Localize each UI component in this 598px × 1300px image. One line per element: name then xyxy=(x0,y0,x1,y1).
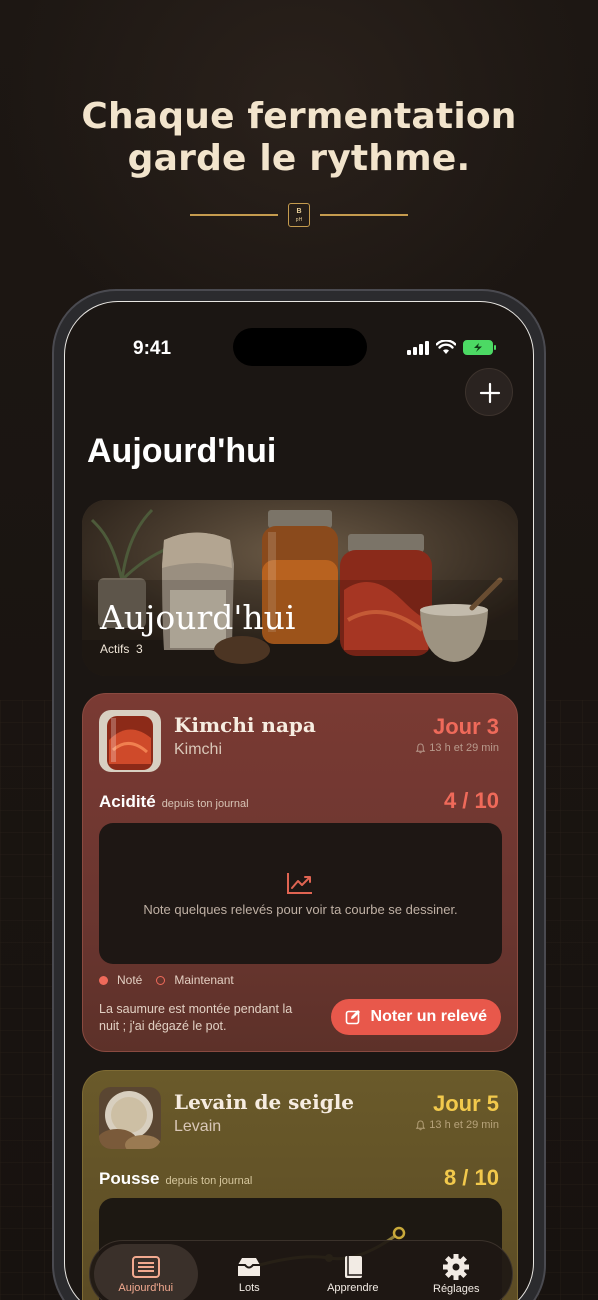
tray-icon xyxy=(238,1257,261,1276)
tab-learn[interactable]: Apprendre xyxy=(301,1244,405,1300)
legend-now: Maintenant xyxy=(156,973,234,987)
tab-bar: Aujourd'hui Lots Apprendre Réglages xyxy=(89,1240,513,1300)
ph-badge-icon: B pH xyxy=(288,203,310,227)
status-time: 9:41 xyxy=(133,338,172,359)
acidity-chart-empty: Note quelques relevés pour voir ta courb… xyxy=(99,823,502,964)
bell-icon xyxy=(415,742,426,753)
kimchi-thumbnail xyxy=(99,710,161,772)
batch-name: Kimchi napa xyxy=(174,713,316,737)
batch-timer: 13 h et 29 min xyxy=(415,1119,499,1131)
batch-name: Levain de seigle xyxy=(174,1090,355,1114)
chart-empty-text: Note quelques relevés pour voir ta courb… xyxy=(143,902,458,917)
page-title: Aujourd'hui xyxy=(87,432,277,470)
tab-batches[interactable]: Lots xyxy=(198,1244,302,1300)
hero-banner: Aujourd'hui Actifs 3 xyxy=(82,500,518,676)
add-batch-button[interactable] xyxy=(465,368,513,416)
chart-point xyxy=(392,1226,406,1240)
book-icon xyxy=(344,1255,362,1278)
wifi-icon xyxy=(436,340,456,354)
bell-icon xyxy=(415,1119,426,1130)
ring-dot-icon xyxy=(156,976,166,985)
metric-label: Acidité depuis ton journal xyxy=(99,792,249,811)
status-icons xyxy=(407,340,496,355)
metric-score: 4 / 10 xyxy=(443,788,499,813)
marketing-headline: Chaque fermentation garde le rythme. xyxy=(0,96,598,180)
batch-note: La saumure est montée pendant la nuit ; … xyxy=(99,1002,293,1033)
ornament-line-right xyxy=(320,214,408,216)
trend-chart-icon xyxy=(287,873,312,894)
list-icon xyxy=(131,1255,160,1278)
phone-frame: 9:41 Aujourd'hui Aujourd'hui Actifs 3 Ki… xyxy=(52,289,546,1300)
fermentation-jars-illustration xyxy=(82,500,518,676)
tab-today[interactable]: Aujourd'hui xyxy=(94,1244,198,1300)
batch-day: Jour 3 xyxy=(432,714,499,739)
background-pattern-right xyxy=(538,700,598,1300)
plus-icon xyxy=(479,382,501,404)
background-pattern-left xyxy=(0,700,60,1300)
app-screen: 9:41 Aujourd'hui Aujourd'hui Actifs 3 Ki… xyxy=(64,301,534,1300)
battery-charging-icon xyxy=(463,340,496,355)
hero-title: Aujourd'hui xyxy=(100,598,296,637)
headline-ornament: B pH xyxy=(190,203,408,227)
batch-timer: 13 h et 29 min xyxy=(415,742,499,754)
batch-day: Jour 5 xyxy=(432,1091,499,1116)
headline-line-2: garde le rythme. xyxy=(127,138,471,179)
gear-icon xyxy=(443,1253,470,1280)
cellular-signal-icon xyxy=(407,340,429,355)
legend-noted: Noté xyxy=(99,973,142,987)
levain-thumbnail xyxy=(99,1087,161,1149)
filled-dot-icon xyxy=(99,976,108,985)
batch-type: Kimchi xyxy=(174,741,223,758)
batch-card-kimchi[interactable]: Kimchi napa Kimchi Jour 3 13 h et 29 min… xyxy=(82,693,518,1052)
metric-score: 8 / 10 xyxy=(443,1165,499,1190)
chart-legend: Noté Maintenant xyxy=(99,973,234,987)
headline-line-1: Chaque fermentation xyxy=(81,96,517,137)
tab-settings[interactable]: Réglages xyxy=(405,1244,509,1300)
batch-type: Levain xyxy=(174,1118,222,1135)
active-count: Actifs 3 xyxy=(100,642,143,656)
metric-label: Pousse depuis ton journal xyxy=(99,1169,253,1188)
edit-icon xyxy=(345,1010,360,1025)
log-reading-button[interactable]: Noter un relevé xyxy=(330,999,501,1035)
ornament-line-left xyxy=(190,214,278,216)
dynamic-island xyxy=(233,328,367,366)
